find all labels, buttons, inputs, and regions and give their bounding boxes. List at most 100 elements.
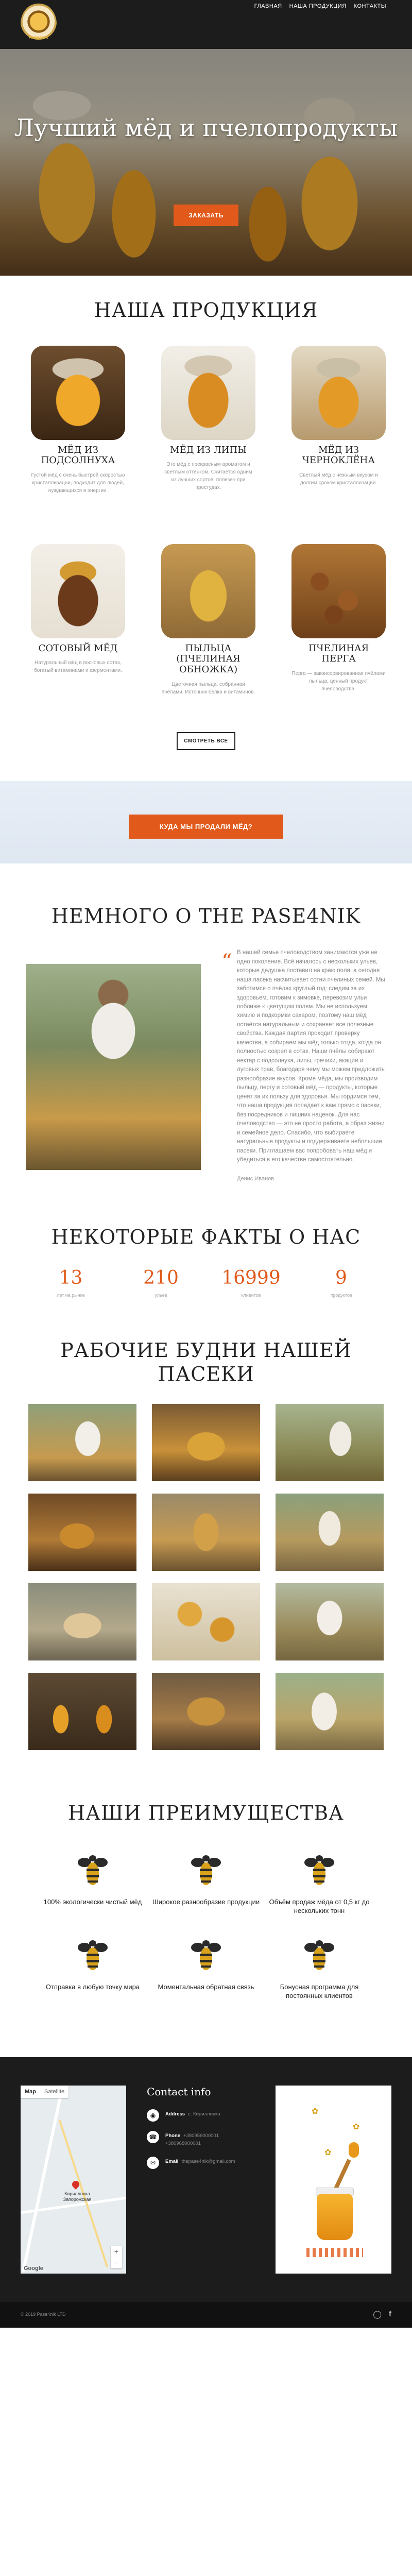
gallery-photo[interactable] (28, 1404, 136, 1482)
fact-label: ульев (154, 1293, 167, 1298)
product-image (291, 544, 386, 638)
zoom-out-button[interactable]: − (111, 2257, 122, 2268)
facebook-icon[interactable]: f (389, 2310, 391, 2319)
fact-label: лет на рынке (57, 1293, 85, 1298)
cta-band: КУДА МЫ ПРОДАЛИ МЁД? (0, 781, 412, 863)
nav-item-contacts[interactable]: КОНТАКТЫ (354, 3, 386, 9)
about-signature: Денис Иванов (237, 1176, 274, 1182)
hero-banner: Лучший мёд и пчелопродукты ЗАКАЗАТЬ (0, 49, 412, 276)
product-card[interactable]: МЁД ИЗ ПОДСОЛНУХА Густой мёд с очень быс… (31, 345, 125, 523)
gallery-photo[interactable] (28, 1494, 136, 1571)
bee-icon: ✿ (353, 2123, 360, 2131)
fact-value: 210 (143, 1267, 179, 1289)
map-tab-map[interactable]: Map (21, 2086, 40, 2098)
bee-icon (191, 1940, 221, 1970)
about-text: В нашей семье пчеловодством занимаются у… (237, 950, 385, 1163)
products-grid: МЁД ИЗ ПОДСОЛНУХА Густой мёд с очень быс… (31, 345, 386, 722)
bee-icon (304, 1940, 334, 1970)
bee-icon: ✿ (324, 2148, 332, 2157)
fact-label: клиентов (241, 1293, 261, 1298)
product-card[interactable]: СОТОВЫЙ МЁД Натуральный мёд в восковых с… (31, 544, 125, 722)
gallery-section: РАБОЧИЕ БУДНИ НАШЕЙ ПАСЕКИ (0, 1318, 412, 1786)
about-text-block: “ В нашей семье пчеловодством занимаются… (221, 948, 386, 1182)
fact-item: 9 продуктов (296, 1267, 386, 1298)
product-desc: Перга — законсервированная пчёлами пыльц… (291, 670, 386, 692)
bee-icon: ✿ (312, 2107, 319, 2116)
product-desc: Натуральный мёд в восковых сотах, богаты… (34, 660, 122, 674)
contact-info: Contact info ◉ Address с. Кирилловка ☎ Ph… (147, 2086, 270, 2178)
brand-logo-text: PASE4NIK (28, 36, 49, 40)
advantages-title: НАШИ ПРЕИМУЩЕСТВА (68, 1802, 344, 1825)
main-menu: ГЛАВНАЯ НАША ПРОДУКЦИЯ КОНТАКТЫ (254, 3, 386, 9)
gallery-photo[interactable] (276, 1494, 384, 1571)
contact-label: Address (165, 2111, 185, 2117)
gallery-photo[interactable] (28, 1673, 136, 1751)
map-type-tabs: Map Satellite (21, 2086, 69, 2098)
contact-title: Contact info (147, 2086, 211, 2098)
copyright: © 2019 Pase4nik LTD (21, 2312, 66, 2317)
nav-item-home[interactable]: ГЛАВНАЯ (254, 3, 282, 9)
product-card[interactable]: ПЧЕЛИНАЯ ПЕРГА Перга — законсервированна… (291, 544, 386, 722)
honey-jar (317, 2194, 353, 2240)
hero-title: Лучший мёд и пчелопродукты (14, 114, 398, 142)
gallery-photo[interactable] (152, 1494, 260, 1571)
beekeeper-photo (26, 964, 201, 1171)
advantage-item: Моментальная обратная связь (149, 1936, 263, 2001)
advantage-label: Моментальная обратная связь (158, 1982, 254, 1991)
product-desc: Цветочная пыльца, собранная пчёлами. Ист… (161, 681, 255, 695)
advantage-label: 100% экологически чистый мёд (43, 1897, 142, 1906)
gallery-photo[interactable] (152, 1404, 260, 1482)
product-title: МЁД ИЗ ЧЕРНОКЛЁНА (302, 444, 375, 466)
map-tab-satellite[interactable]: Satellite (40, 2086, 68, 2098)
phone-icon: ☎ (147, 2131, 159, 2143)
product-image (161, 345, 255, 440)
bee-icon (78, 1855, 108, 1885)
social-links: ◯ f (373, 2310, 391, 2319)
contact-value: с. Кирилловка (188, 2111, 220, 2117)
advantage-item: Отправка в любую точку мира (36, 1936, 149, 2001)
map-widget[interactable]: Map Satellite Кирилловка Запорожская + −… (21, 2086, 126, 2274)
gallery-photo[interactable] (276, 1583, 384, 1661)
product-card[interactable]: МЁД ИЗ ЧЕРНОКЛЁНА Светлый мёд с нежным в… (291, 345, 386, 523)
gallery-photo[interactable] (276, 1404, 384, 1482)
gallery-photo[interactable] (276, 1673, 384, 1751)
about-section: НЕМНОГО О THE PASE4NIK “ В нашей семье п… (0, 863, 412, 1198)
gallery-title: РАБОЧИЕ БУДНИ НАШЕЙ ПАСЕКИ (60, 1339, 352, 1385)
advantage-label: Широкое разнообразие продукции (152, 1897, 260, 1906)
facts-title: НЕКОТОРЫЕ ФАКТЫ О НАС (51, 1226, 361, 1249)
contact-label: Email (165, 2159, 179, 2165)
advantage-label: Объём продаж мёда от 0,5 кг до нескольки… (269, 1897, 370, 1915)
product-image (161, 544, 255, 638)
google-logo: Google (24, 2265, 43, 2272)
where-sold-button[interactable]: КУДА МЫ ПРОДАЛИ МЁД? (129, 814, 283, 839)
product-title: МЁД ИЗ ЛИПЫ (170, 444, 247, 455)
contact-value[interactable]: thepase4nik@gmail.com (181, 2159, 235, 2164)
advantages-section: НАШИ ПРЕИМУЩЕСТВА 100% экологически чист… (0, 1786, 412, 2057)
product-title: МЁД ИЗ ПОДСОЛНУХА (41, 444, 115, 466)
gallery-photo[interactable] (152, 1583, 260, 1661)
gallery-photo[interactable] (152, 1673, 260, 1751)
product-image (291, 345, 386, 440)
top-navigation: PASE4NIK ГЛАВНАЯ НАША ПРОДУКЦИЯ КОНТАКТЫ (0, 0, 412, 49)
contact-label: Phone (165, 2133, 181, 2139)
product-card[interactable]: ПЫЛЬЦА (ПЧЕЛИНАЯ ОБНОЖКА) Цветочная пыль… (161, 544, 255, 722)
gallery-photo[interactable] (28, 1583, 136, 1661)
product-title: СОТОВЫЙ МЁД (38, 642, 118, 654)
zoom-in-button[interactable]: + (111, 2246, 122, 2257)
fact-item: 210 ульев (116, 1267, 206, 1298)
order-button[interactable]: ЗАКАЗАТЬ (174, 205, 238, 226)
product-desc: Светлый мёд с нежным вкусом и долгим сро… (299, 472, 378, 486)
about-title: НЕМНОГО О THE PASE4NIK (51, 904, 361, 927)
map-zoom-controls: + − (111, 2246, 122, 2268)
product-image (31, 544, 125, 638)
fact-value: 16999 (221, 1267, 281, 1289)
product-card[interactable]: МЁД ИЗ ЛИПЫ Это мёд с прекрасным аромато… (161, 345, 255, 523)
instagram-icon[interactable]: ◯ (373, 2310, 382, 2319)
products-title: НАША ПРОДУКЦИЯ (94, 299, 318, 321)
see-all-button[interactable]: СМОТРЕТЬ ВСЕ (177, 732, 235, 750)
nav-item-products[interactable]: НАША ПРОДУКЦИЯ (289, 3, 347, 9)
footer: © 2019 Pase4nik LTD ◯ f (0, 2302, 412, 2328)
product-title: ПЫЛЬЦА (ПЧЕЛИНАЯ ОБНОЖКА) (176, 642, 241, 675)
contact-address: ◉ Address с. Кирилловка (147, 2109, 270, 2122)
map-place-label: Кирилловка Запорожская (63, 2191, 92, 2202)
